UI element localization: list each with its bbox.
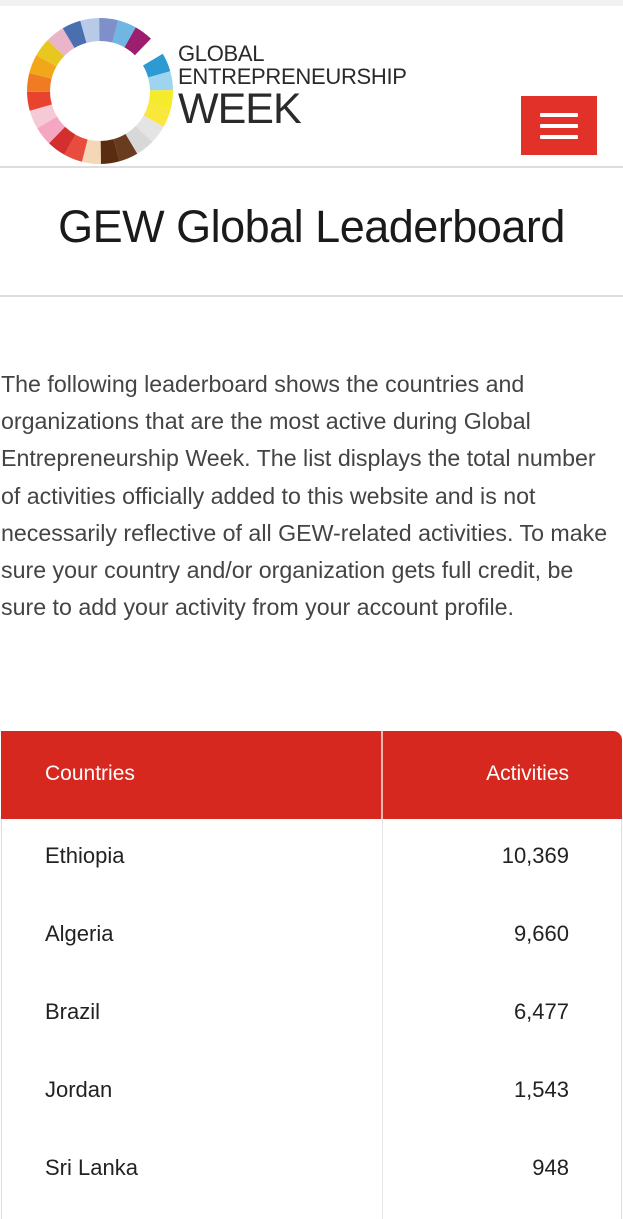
country-name: Sri Lanka	[45, 1155, 138, 1180]
table-row: Brazil 6,477	[2, 975, 621, 1053]
activity-count: 6,477	[513, 999, 569, 1024]
column-header-countries[interactable]: Countries	[45, 762, 135, 786]
country-name: Brazil	[45, 999, 101, 1024]
site-header: GLOBAL ENTREPRENEURSHIP WEEK	[0, 6, 623, 166]
leaderboard-header-row: Countries Activities	[1, 731, 622, 819]
table-row: Ethiopia 10,369	[2, 819, 621, 897]
leaderboard-body: Ethiopia 10,369 Algeria 9,660 Brazil 6,4…	[1, 819, 622, 1219]
table-row: Sri Lanka 948	[2, 1131, 621, 1209]
country-name: Algeria	[45, 921, 114, 946]
page-title: GEW Global Leaderboard	[58, 201, 565, 252]
activity-count: 1,543	[513, 1077, 569, 1102]
logo-wordmark: GLOBAL ENTREPRENEURSHIP WEEK	[178, 41, 407, 133]
activity-count: 9,660	[513, 921, 569, 946]
intro-paragraph: The following leaderboard shows the coun…	[1, 371, 608, 621]
logo-line-week: WEEK	[178, 85, 302, 133]
leaderboard-table: Countries Activities Ethiopia 10,369 Alg…	[1, 731, 622, 1219]
table-row: Algeria 9,660	[2, 897, 621, 975]
title-divider	[0, 295, 623, 297]
logo-line-global: GLOBAL	[178, 41, 265, 66]
header-divider	[0, 166, 623, 168]
activity-count: 10,369	[501, 843, 569, 868]
column-header-activities[interactable]: Activities	[486, 762, 569, 786]
menu-button[interactable]	[521, 96, 597, 155]
table-row: Jordan 1,543	[2, 1053, 621, 1131]
gew-logo-ring	[27, 18, 173, 164]
activity-count: 948	[532, 1155, 569, 1180]
country-name: Ethiopia	[45, 843, 125, 868]
column-separator	[381, 731, 383, 819]
country-name: Jordan	[45, 1077, 113, 1102]
